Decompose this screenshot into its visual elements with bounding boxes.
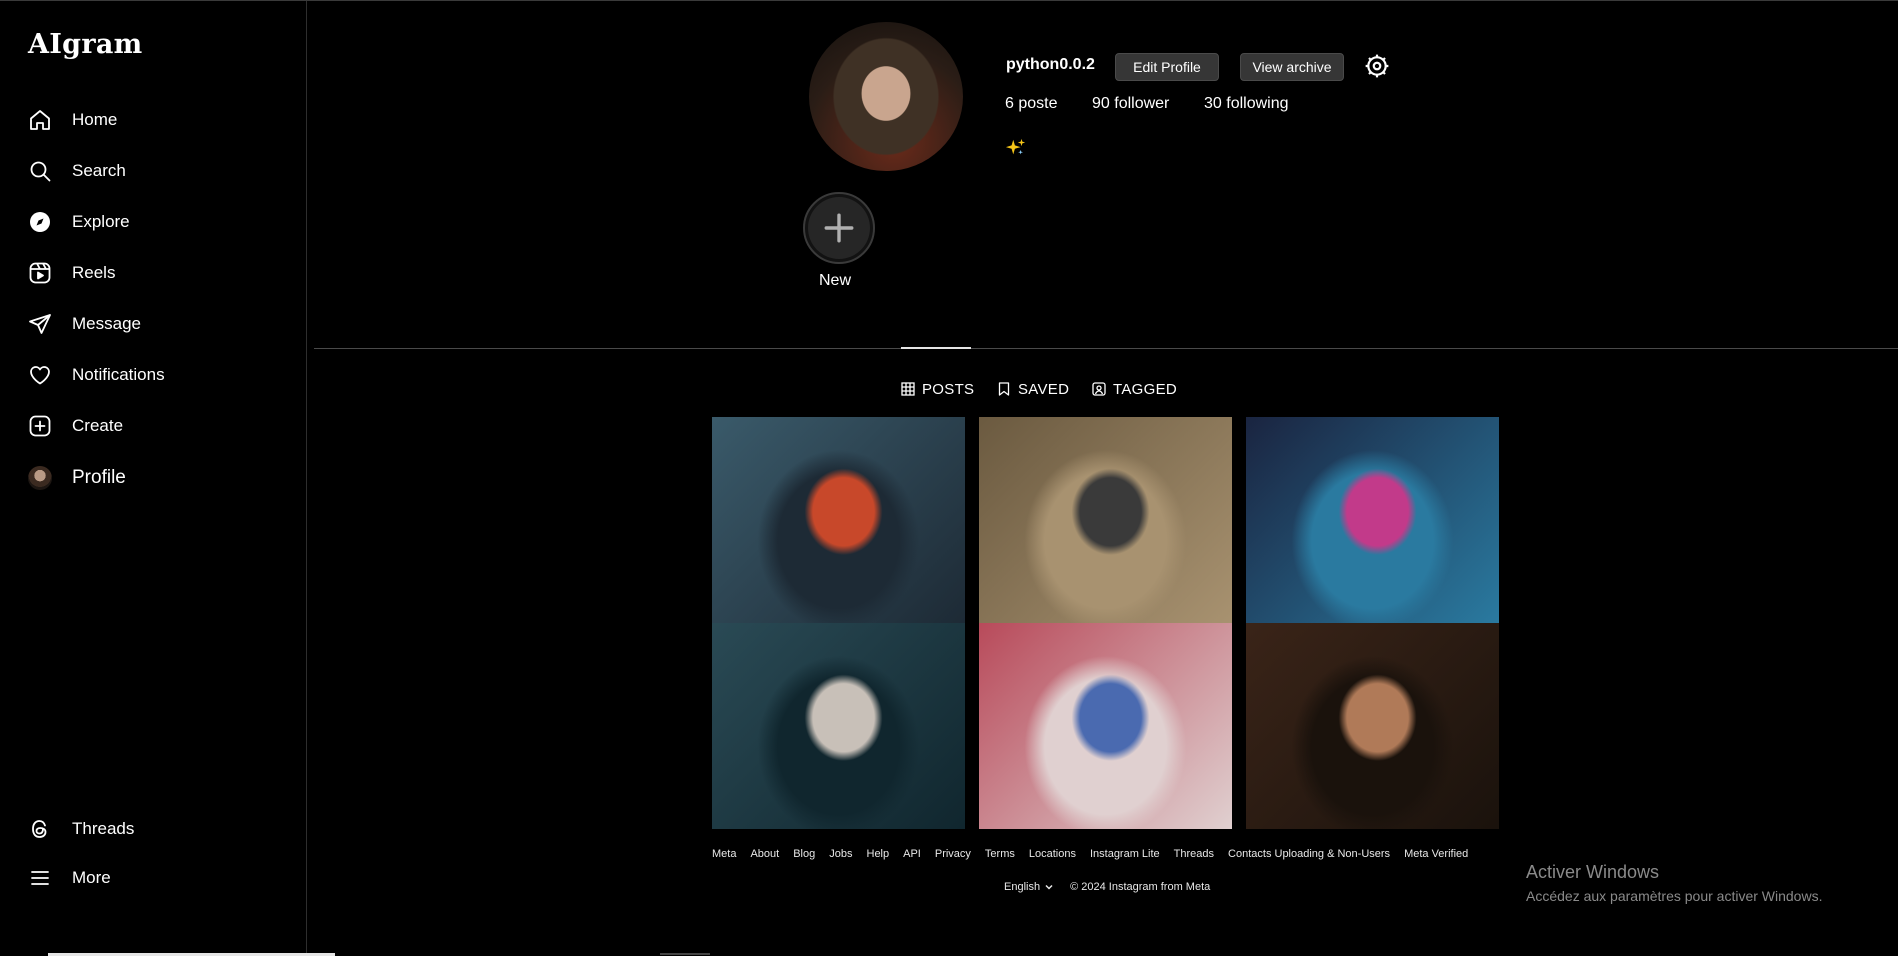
footer-link[interactable]: Terms bbox=[985, 848, 1015, 860]
footer-link[interactable]: Jobs bbox=[829, 848, 852, 860]
new-highlight-button[interactable] bbox=[803, 192, 875, 264]
watermark-title: Activer Windows bbox=[1526, 862, 1660, 882]
footer-link[interactable]: Instagram Lite bbox=[1090, 848, 1160, 860]
post-thumbnail[interactable] bbox=[979, 417, 1232, 623]
new-highlight-label: New bbox=[819, 272, 852, 289]
language-label: English bbox=[1004, 881, 1041, 893]
footer-link[interactable]: Meta bbox=[712, 848, 736, 860]
copyright: © 2024 Instagram from Meta bbox=[1070, 881, 1211, 893]
followers-count[interactable]: 90 follower bbox=[1092, 95, 1169, 113]
footer-link[interactable]: Privacy bbox=[935, 848, 971, 860]
grid-icon bbox=[901, 382, 915, 396]
profile-username: python0.0.2 bbox=[1006, 56, 1095, 73]
sidebar-item-create[interactable]: Create bbox=[28, 411, 123, 441]
sidebar-item-notifications[interactable]: Notifications bbox=[28, 360, 165, 390]
sidebar-item-label: Explore bbox=[72, 212, 130, 231]
search-icon bbox=[28, 159, 52, 183]
sidebar-item-message[interactable]: Message bbox=[28, 309, 141, 339]
sidebar-item-label: Message bbox=[72, 314, 141, 333]
scroll-indicator bbox=[660, 953, 710, 955]
footer-link[interactable]: Contacts Uploading & Non-Users bbox=[1228, 848, 1390, 860]
sidebar-item-threads[interactable]: Threads bbox=[28, 814, 134, 844]
footer-link[interactable]: API bbox=[903, 848, 921, 860]
menu-icon bbox=[28, 866, 52, 890]
sidebar-item-label: Threads bbox=[72, 819, 135, 838]
watermark-subtitle: Accédez aux paramètres pour activer Wind… bbox=[1526, 888, 1823, 904]
post-thumbnail[interactable] bbox=[712, 417, 965, 623]
tab-label: POSTS bbox=[922, 380, 975, 398]
avatar bbox=[28, 466, 52, 490]
sidebar: AIgram Home Search Explore Reels Message bbox=[0, 1, 307, 956]
sidebar-item-label: Search bbox=[72, 161, 126, 180]
sidebar-item-label: Reels bbox=[72, 263, 116, 282]
send-icon bbox=[28, 312, 52, 336]
sidebar-item-reels[interactable]: Reels bbox=[28, 258, 115, 288]
plus-square-icon bbox=[28, 414, 52, 438]
language-selector[interactable]: English bbox=[1004, 881, 1054, 893]
tab-tagged[interactable]: TAGGED bbox=[1092, 380, 1177, 398]
post-thumbnail[interactable] bbox=[712, 623, 965, 829]
sidebar-item-explore[interactable]: Explore bbox=[28, 207, 130, 237]
compass-icon bbox=[28, 210, 52, 234]
sidebar-item-label: Create bbox=[72, 416, 124, 435]
sidebar-item-profile[interactable]: Profile bbox=[28, 463, 126, 493]
tab-posts[interactable]: POSTS bbox=[901, 380, 974, 398]
footer-link[interactable]: Meta Verified bbox=[1404, 848, 1468, 860]
sidebar-item-label: More bbox=[72, 868, 111, 887]
bio-sparkle bbox=[1005, 137, 1027, 159]
reels-icon bbox=[28, 261, 52, 285]
home-icon bbox=[28, 108, 52, 132]
footer-link[interactable]: Threads bbox=[1174, 848, 1214, 860]
footer-links: Meta About Blog Jobs Help API Privacy Terms Loca… bbox=[712, 848, 1468, 860]
tag-icon bbox=[1092, 382, 1106, 396]
windows-activation-watermark: Activer Windows Accédez aux paramètres p… bbox=[1526, 862, 1822, 904]
footer-link[interactable]: Help bbox=[867, 848, 890, 860]
app-logo[interactable]: AIgram bbox=[28, 29, 143, 60]
active-tab-indicator bbox=[901, 347, 971, 349]
tab-label: SAVED bbox=[1018, 380, 1070, 398]
posts-count: 6 poste bbox=[1005, 95, 1058, 112]
post-thumbnail[interactable] bbox=[979, 623, 1232, 829]
profile-avatar[interactable] bbox=[809, 22, 963, 171]
sidebar-item-home[interactable]: Home bbox=[28, 105, 117, 135]
bookmark-icon bbox=[998, 382, 1010, 396]
tab-label: TAGGED bbox=[1113, 380, 1178, 398]
chevron-down-icon bbox=[1045, 884, 1053, 890]
following-count[interactable]: 30 following bbox=[1204, 95, 1289, 113]
sidebar-item-more[interactable]: More bbox=[28, 863, 111, 893]
sidebar-item-label: Notifications bbox=[72, 365, 165, 384]
post-thumbnail[interactable] bbox=[1246, 623, 1499, 829]
edit-profile-button[interactable]: Edit Profile bbox=[1115, 53, 1219, 81]
post-thumbnail[interactable] bbox=[1246, 417, 1499, 623]
sidebar-item-label: Profile bbox=[72, 467, 126, 488]
gear-icon[interactable] bbox=[1364, 53, 1390, 79]
sidebar-item-label: Home bbox=[72, 110, 118, 129]
tab-saved[interactable]: SAVED bbox=[997, 380, 1069, 398]
bio-text: ✨ bbox=[1034, 140, 1035, 141]
threads-icon bbox=[28, 817, 52, 841]
sidebar-item-search[interactable]: Search bbox=[28, 156, 126, 186]
footer-bottom: English © 2024 Instagram from Meta bbox=[1004, 881, 1210, 893]
plus-icon bbox=[824, 213, 854, 243]
footer-link[interactable]: About bbox=[750, 848, 779, 860]
tabs-divider bbox=[314, 348, 1898, 349]
footer-link[interactable]: Blog bbox=[793, 848, 815, 860]
footer-link[interactable]: Locations bbox=[1029, 848, 1076, 860]
view-archive-button[interactable]: View archive bbox=[1240, 53, 1344, 81]
heart-icon bbox=[28, 363, 52, 387]
